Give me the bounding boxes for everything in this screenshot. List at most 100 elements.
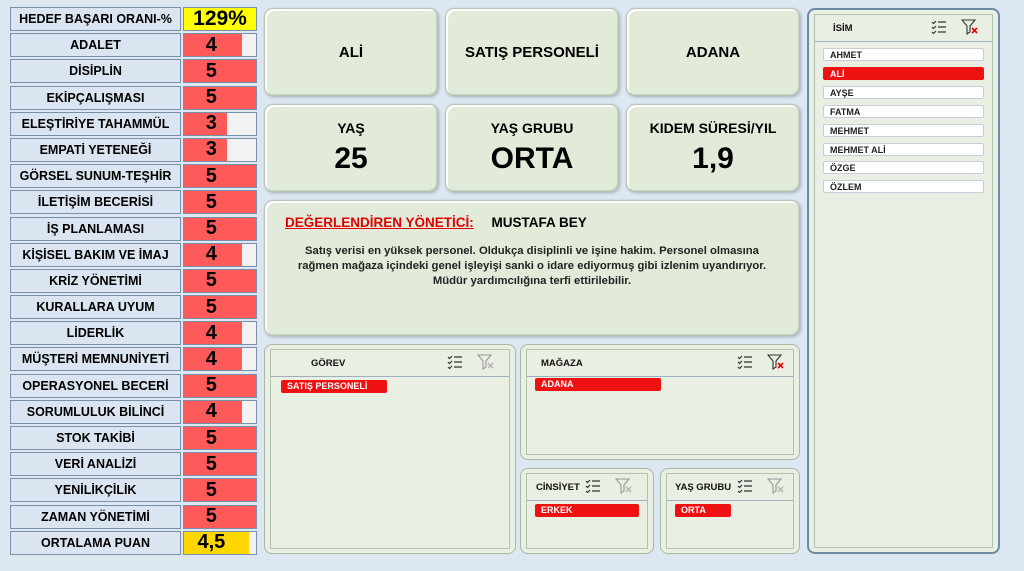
score-cell: 4,5 <box>183 530 257 555</box>
seniority-title: KIDEM SÜRESİ/YIL <box>649 120 777 136</box>
score-row: İLETİŞİM BECERİSİ 5 <box>10 189 258 215</box>
manager-row: DEĞERLENDİREN YÖNETİCİ: MUSTAFA BEY <box>285 215 779 230</box>
score-row: KRİZ YÖNETİMİ 5 <box>10 268 258 294</box>
isim-item[interactable]: MEHMET <box>823 123 984 137</box>
multi-select-icon[interactable] <box>585 479 601 493</box>
multi-select-icon[interactable] <box>737 479 753 493</box>
city-card: ADANA <box>626 8 800 96</box>
score-value: 5 <box>205 59 217 82</box>
score-label: VERİ ANALİZİ <box>10 452 181 477</box>
score-label: LİDERLİK <box>10 321 181 346</box>
isim-slicer-title: İSİM <box>833 23 853 34</box>
clear-filter-icon[interactable] <box>477 354 495 370</box>
score-value: 129% <box>193 7 247 30</box>
multi-select-icon[interactable] <box>737 355 753 369</box>
score-cell: 5 <box>183 85 257 110</box>
score-row: EKİPÇALIŞMASI 5 <box>10 85 258 111</box>
score-cell: 5 <box>183 295 257 320</box>
cinsiyet-selected-item[interactable]: ERKEK <box>535 504 639 517</box>
score-label: KİŞİSEL BAKIM VE İMAJ <box>10 242 181 267</box>
yas-grubu-selected-item[interactable]: ORTA <box>675 504 731 517</box>
score-row: KİŞİSEL BAKIM VE İMAJ 4 <box>10 242 258 268</box>
cinsiyet-slicer-header: CİNSİYET <box>527 474 647 501</box>
age-group-card: YAŞ GRUBU ORTA <box>445 104 619 192</box>
score-value: 4 <box>205 400 217 423</box>
score-value: 4 <box>205 321 217 344</box>
gorev-selected-item[interactable]: SATIŞ PERSONELİ <box>281 380 387 393</box>
isim-item[interactable]: ALİ <box>823 66 984 80</box>
score-label: EKİPÇALIŞMASI <box>10 85 181 110</box>
score-label: EMPATİ YETENEĞİ <box>10 137 181 162</box>
age-title: YAŞ <box>337 120 365 136</box>
magaza-slicer-panel: MAĞAZA ADANA <box>526 349 794 455</box>
score-value: 5 <box>205 478 217 501</box>
age-group-value: ORTA <box>490 142 574 175</box>
score-label: ADALET <box>10 33 181 58</box>
magaza-slicer-header: MAĞAZA <box>527 350 793 377</box>
score-row: DİSİPLİN 5 <box>10 58 258 84</box>
score-label: HEDEF BAŞARI ORANI-% <box>10 7 181 31</box>
score-label: YENİLİKÇİLİK <box>10 478 181 503</box>
multi-select-icon[interactable] <box>931 20 947 34</box>
magaza-slicer-title: MAĞAZA <box>541 358 583 369</box>
evaluation-comment: Satış verisi en yüksek personel. Oldukça… <box>297 245 767 287</box>
manager-name: MUSTAFA BEY <box>491 215 587 230</box>
gorev-slicer-title: GÖREV <box>311 358 346 369</box>
isim-item[interactable]: FATMA <box>823 104 984 118</box>
score-cell: 4 <box>183 242 257 267</box>
score-cell: 4 <box>183 33 257 58</box>
multi-select-icon[interactable] <box>447 355 463 369</box>
name-card: ALİ <box>264 8 438 96</box>
isim-slicer-panel: İSİM AHMET ALİ AYŞE FATMA MEHMET MEHMET ALİ ÖZ… <box>814 14 993 548</box>
score-value: 3 <box>205 138 217 161</box>
score-cell: 5 <box>183 164 257 189</box>
score-cell: 3 <box>183 137 257 162</box>
clear-filter-icon[interactable] <box>767 478 785 494</box>
yas-grubu-slicer-title: YAŞ GRUBU <box>675 482 732 493</box>
clear-filter-icon[interactable] <box>961 19 979 35</box>
age-value: 25 <box>334 142 368 175</box>
yas-grubu-slicer: YAŞ GRUBU ORTA <box>660 468 800 554</box>
score-row: LİDERLİK 4 <box>10 320 258 346</box>
score-label: GÖRSEL SUNUM-TEŞHİR <box>10 164 181 189</box>
score-value: 5 <box>205 295 217 318</box>
score-label: KURALLARA UYUM <box>10 295 181 320</box>
score-row: KURALLARA UYUM 5 <box>10 294 258 320</box>
score-value: 5 <box>205 190 217 213</box>
yas-grubu-slicer-header: YAŞ GRUBU <box>667 474 793 501</box>
score-cell: 3 <box>183 111 257 136</box>
employee-name: ALİ <box>338 43 364 61</box>
evaluation-card: DEĞERLENDİREN YÖNETİCİ: MUSTAFA BEY Satı… <box>264 200 800 336</box>
score-value: 5 <box>205 374 217 397</box>
isim-item[interactable]: ÖZGE <box>823 161 984 175</box>
score-value: 5 <box>205 86 217 109</box>
score-value: 4 <box>205 243 217 266</box>
score-cell: 129% <box>183 7 257 31</box>
clear-filter-icon[interactable] <box>767 354 785 370</box>
score-row: İŞ PLANLAMASI 5 <box>10 216 258 242</box>
score-row: VERİ ANALİZİ 5 <box>10 451 258 477</box>
score-label: ZAMAN YÖNETİMİ <box>10 504 181 529</box>
score-row: STOK TAKİBİ 5 <box>10 425 258 451</box>
isim-item[interactable]: ÖZLEM <box>823 180 984 194</box>
average-score-row: ORTALAMA PUAN 4,5 <box>10 530 258 556</box>
magaza-selected-item[interactable]: ADANA <box>535 378 661 391</box>
cinsiyet-slicer-panel: CİNSİYET ERKEK <box>526 473 648 549</box>
score-value: 4 <box>205 33 217 56</box>
score-cell: 4 <box>183 321 257 346</box>
isim-item[interactable]: AHMET <box>823 48 984 61</box>
score-value: 5 <box>205 164 217 187</box>
isim-slicer: İSİM AHMET ALİ AYŞE FATMA MEHMET MEHMET ALİ ÖZ… <box>807 8 1000 554</box>
isim-item[interactable]: AYŞE <box>823 85 984 99</box>
score-label: KRİZ YÖNETİMİ <box>10 268 181 293</box>
score-value: 5 <box>205 269 217 292</box>
gorev-slicer: GÖREV SATIŞ PERSONELİ <box>264 344 516 554</box>
cinsiyet-slicer: CİNSİYET ERKEK <box>520 468 654 554</box>
score-label: MÜŞTERİ MEMNUNİYETİ <box>10 347 181 372</box>
cinsiyet-slicer-title: CİNSİYET <box>536 482 580 493</box>
clear-filter-icon[interactable] <box>615 478 633 494</box>
isim-item[interactable]: MEHMET ALİ <box>823 142 984 156</box>
age-group-title: YAŞ GRUBU <box>490 120 574 136</box>
score-label: İŞ PLANLAMASI <box>10 216 181 241</box>
position-card: SATIŞ PERSONELİ <box>445 8 619 96</box>
